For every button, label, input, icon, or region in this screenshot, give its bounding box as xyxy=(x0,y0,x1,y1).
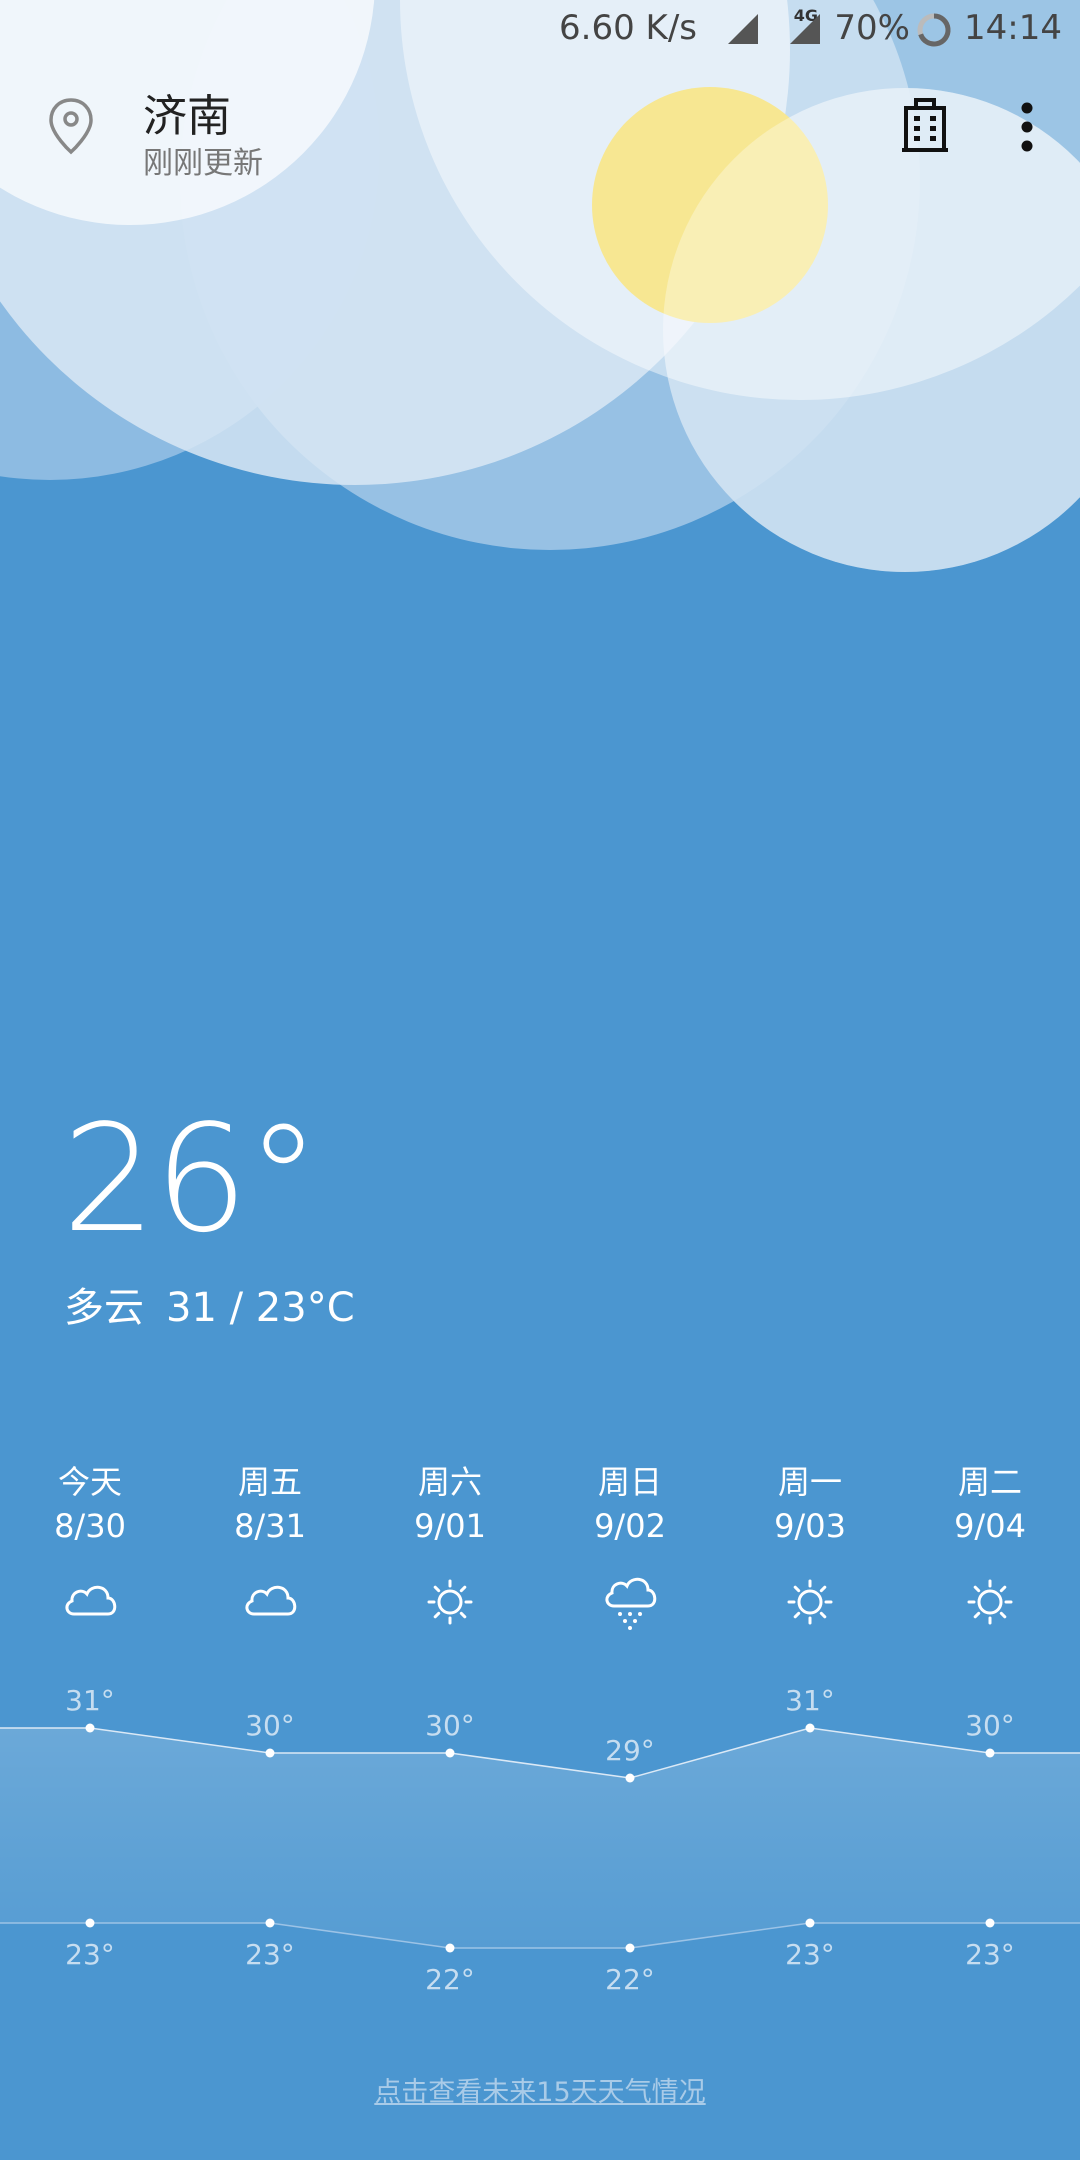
forecast-day[interactable]: 周二 9/04 xyxy=(910,1460,1070,1634)
low-temp-point xyxy=(625,1943,635,1953)
forecast-day-name: 周日 xyxy=(597,1463,662,1501)
update-status: 刚刚更新 xyxy=(143,146,263,181)
low-temp-label: 23° xyxy=(65,1938,115,1971)
high-temp-point xyxy=(85,1723,95,1733)
battery-percent: 70% xyxy=(834,8,910,48)
forecast-day[interactable]: 今天 8/30 xyxy=(10,1460,170,1634)
low-temp-label: 23° xyxy=(245,1938,295,1971)
temperature-range: 31 / 23°C xyxy=(166,1285,355,1331)
high-temp-label: 30° xyxy=(965,1709,1015,1742)
status-bar: 6.60 K/s 4G 70% 14:14 xyxy=(0,0,1080,60)
high-temp-label: 30° xyxy=(245,1709,295,1742)
temperature-chart: 31° 30° 30° 29° 31° 30° 23° 23° 22° 22° 23° 23° xyxy=(0,1684,1080,1996)
rain-snow-icon xyxy=(605,1577,657,1630)
low-temp-point xyxy=(985,1918,995,1928)
forecast-date: 8/30 xyxy=(54,1507,126,1545)
high-temp-point xyxy=(805,1723,815,1733)
forecast-day-name: 周一 xyxy=(777,1463,842,1501)
forecast-date: 9/01 xyxy=(414,1507,486,1545)
high-temp-label: 29° xyxy=(605,1734,655,1767)
high-temp-point xyxy=(445,1748,455,1758)
cloud-icon xyxy=(245,1585,297,1616)
sun-icon xyxy=(787,1579,833,1625)
high-temp-label: 30° xyxy=(425,1709,475,1742)
low-temp-point xyxy=(445,1943,455,1953)
forecast-day-name: 周二 xyxy=(957,1463,1022,1501)
low-temp-label: 23° xyxy=(965,1938,1015,1971)
forecast-date: 9/03 xyxy=(774,1507,846,1545)
battery-icon xyxy=(917,13,951,47)
high-temp-point xyxy=(625,1773,635,1783)
sun-icon xyxy=(967,1579,1013,1625)
clock: 14:14 xyxy=(964,8,1062,48)
low-temp-point xyxy=(805,1918,815,1928)
building-icon[interactable] xyxy=(902,98,948,154)
location-pin-icon[interactable] xyxy=(46,96,96,156)
high-temp-point xyxy=(985,1748,995,1758)
low-temp-point xyxy=(85,1918,95,1928)
condition-line: 多云 31 / 23°C xyxy=(64,1275,377,1333)
forecast-day[interactable]: 周六 9/01 xyxy=(370,1460,530,1634)
forecast-date: 9/04 xyxy=(954,1507,1026,1545)
high-temp-point xyxy=(265,1748,275,1758)
more-options-icon[interactable] xyxy=(1012,102,1042,152)
forecast-15day-link[interactable]: 点击查看未来15天天气情况 xyxy=(0,2070,1080,2109)
net-speed: 6.60 K/s xyxy=(559,8,697,48)
sun-icon xyxy=(427,1579,473,1625)
cloud-icon xyxy=(65,1585,117,1616)
low-temp-label: 22° xyxy=(605,1963,655,1996)
forecast-day-name: 周五 xyxy=(237,1463,302,1501)
temperature-band xyxy=(0,1728,1080,1948)
forecast-day[interactable]: 周五 8/31 xyxy=(190,1460,350,1634)
forecast-day-name: 今天 xyxy=(57,1463,122,1501)
high-temp-label: 31° xyxy=(785,1684,835,1717)
signal-icon xyxy=(728,14,758,44)
forecast-day[interactable]: 周日 9/02 xyxy=(550,1460,710,1634)
city-name[interactable]: 济南 xyxy=(143,80,231,144)
low-temp-point xyxy=(265,1918,275,1928)
forecast-day[interactable]: 周一 9/03 xyxy=(730,1460,890,1634)
low-temp-label: 22° xyxy=(425,1963,475,1996)
forecast-date: 9/02 xyxy=(594,1507,666,1545)
condition-text: 多云 xyxy=(64,1285,144,1331)
current-temperature: 26° xyxy=(62,1093,320,1265)
forecast-day-name: 周六 xyxy=(417,1463,482,1501)
forecast-date: 8/31 xyxy=(234,1507,306,1545)
high-temp-label: 31° xyxy=(65,1684,115,1717)
low-temp-label: 23° xyxy=(785,1938,835,1971)
signal-4g-icon xyxy=(790,14,820,44)
